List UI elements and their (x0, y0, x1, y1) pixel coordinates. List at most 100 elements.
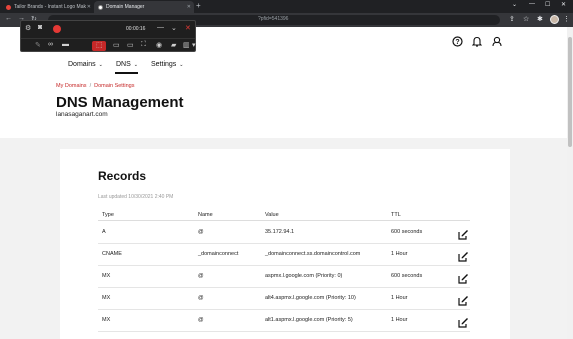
cell-name: @ (198, 229, 204, 235)
cell-type: CNAME (102, 251, 122, 257)
last-updated: Last updated 10/30/2021 2:40 PM (98, 194, 174, 200)
table-row: CNAME _domainconnect _domainconnect.ss.dom… (98, 244, 470, 266)
bell-icon[interactable] (471, 36, 483, 50)
screen-recorder-panel: ⚙ ◙ 00:00:16 — ⌄ ✕ ✎ ∞ ▬ ⬚ ▭ ▭ ⛶ ◉ ▰ ▥ ▾ (20, 20, 196, 52)
page-content: ? Domains ⌄ DNS ⌄ Settings ⌄ My Domains / Dom… (0, 27, 567, 339)
cell-ttl: 600 seconds (391, 273, 423, 279)
tab-label: Domain Manager (106, 4, 145, 10)
nav-active-indicator (115, 72, 138, 74)
cell-name: _domainconnect (198, 251, 239, 257)
cell-name: @ (198, 317, 204, 323)
close-recorder-icon[interactable]: ✕ (185, 24, 191, 32)
browser-tabbar: Tailor Brands - Instant Logo Mak ✕ Domai… (0, 0, 573, 13)
cell-value: aspmx.l.google.com (Priority: 0) (265, 273, 343, 279)
link-icon[interactable]: ∞ (48, 41, 53, 48)
page-title: DNS Management (56, 94, 184, 111)
cell-ttl: 1 Hour (391, 295, 408, 301)
edit-icon[interactable] (457, 295, 469, 307)
close-tab-icon[interactable]: ✕ (87, 4, 91, 10)
records-card: Records Last updated 10/30/2021 2:40 PM … (60, 149, 510, 339)
cell-name: @ (198, 273, 204, 279)
nav-settings[interactable]: Settings ⌄ (151, 61, 184, 68)
cell-type: MX (102, 295, 111, 301)
close-tab-icon[interactable]: ✕ (187, 4, 191, 10)
brush-icon[interactable]: ✎ (35, 41, 41, 49)
cell-value: _domainconnect.ss.domaincontrol.com (265, 251, 361, 257)
table-row: MX @ aspmx.l.google.com (Priority: 0) 600 s… (98, 266, 470, 288)
settings-icon[interactable]: ⚙ (25, 24, 31, 32)
cell-type: MX (102, 317, 111, 323)
column-type: Type (102, 212, 114, 218)
nav-dns[interactable]: DNS ⌄ (116, 61, 138, 68)
webcam-icon[interactable]: ▬ (62, 41, 69, 48)
recording-timer: 00:00:16 (126, 26, 146, 32)
help-icon[interactable]: ? (452, 36, 463, 50)
nav-label: DNS (116, 61, 131, 68)
cell-ttl: 1 Hour (391, 317, 408, 323)
cell-value: alt1.aspmx.l.google.com (Priority: 5) (265, 317, 353, 323)
menu-dots-icon[interactable]: ⋮ (563, 15, 570, 23)
user-icon[interactable] (492, 36, 502, 50)
page-scrollbar[interactable] (567, 27, 573, 339)
window-icon[interactable]: ▭ (113, 41, 120, 49)
table-row: MX@alt2.aspmx.l.google.com (Priority: 5)… (98, 332, 470, 339)
tab-search-icon[interactable]: ⌄ (512, 1, 517, 8)
recorder-top-row: ⚙ ◙ 00:00:16 — ⌄ ✕ (21, 21, 195, 37)
bookmark-star-icon[interactable]: ☆ (523, 15, 529, 23)
share-icon[interactable]: ⇪ (509, 15, 515, 23)
edit-icon[interactable] (457, 251, 469, 263)
camera-icon[interactable]: ◙ (38, 24, 42, 31)
column-name: Name (198, 212, 213, 218)
folder-icon[interactable]: ▰ (171, 41, 176, 49)
table-row: MX @ alt1.aspmx.l.google.com (Priority: 5)… (98, 310, 470, 332)
table-header: Type Name Value TTL (98, 209, 470, 221)
cell-type: MX (102, 273, 111, 279)
nav-label: Settings (151, 61, 177, 68)
nav-domains[interactable]: Domains ⌄ (68, 61, 103, 68)
cell-value: alt4.aspmx.l.google.com (Priority: 10) (265, 295, 356, 301)
cell-name: @ (198, 295, 204, 301)
column-value: Value (265, 212, 279, 218)
breadcrumb-domain-settings[interactable]: Domain Settings (94, 83, 134, 89)
tailor-brands-favicon-icon (6, 4, 11, 10)
tab-domain-manager[interactable]: Domain Manager ✕ (94, 1, 194, 13)
records-title: Records (98, 169, 147, 183)
back-icon[interactable]: ← (5, 15, 12, 22)
tab-label: Tailor Brands - Instant Logo Mak (14, 4, 86, 10)
godaddy-favicon-icon (98, 4, 103, 10)
edit-icon[interactable] (457, 317, 469, 329)
fullscreen-icon[interactable]: ⛶ (141, 41, 146, 49)
cell-type: A (102, 229, 106, 235)
cell-value: 35.172.94.1 (265, 229, 295, 235)
eye-icon[interactable]: ◉ (156, 41, 162, 49)
scrollbar-thumb[interactable] (568, 37, 572, 147)
breadcrumb-my-domains[interactable]: My Domains (56, 83, 87, 89)
chevron-down-icon: ⌄ (98, 61, 103, 68)
cell-ttl: 1 Hour (391, 251, 408, 257)
close-window-icon[interactable]: ✕ (561, 1, 566, 8)
chevron-down-icon: ⌄ (179, 61, 184, 68)
tab-tailor-brands[interactable]: Tailor Brands - Instant Logo Mak ✕ (2, 1, 94, 13)
microphone-icon[interactable]: ▾ (192, 41, 196, 49)
chevron-down-icon: ⌄ (133, 61, 138, 68)
minimize-recorder-icon[interactable]: — (157, 24, 164, 31)
monitor-icon[interactable]: ▭ (127, 41, 134, 49)
svg-text:?: ? (455, 39, 459, 46)
domain-name: lanasaganart.com (56, 111, 108, 118)
collapse-icon[interactable]: ⌄ (171, 24, 177, 32)
edit-icon[interactable] (457, 273, 469, 285)
minimize-icon[interactable]: — (529, 1, 535, 7)
record-icon[interactable] (53, 25, 61, 33)
nav-label: Domains (68, 61, 96, 68)
table-row: A @35.172.94.1 600 seconds (98, 222, 470, 244)
maximize-icon[interactable]: ☐ (545, 1, 550, 8)
new-tab-icon[interactable]: + (196, 1, 201, 10)
recorder-bottom-row: ✎ ∞ ▬ ⬚ ▭ ▭ ⛶ ◉ ▰ ▥ ▾ (21, 38, 196, 52)
extensions-icon[interactable]: ✱ (537, 15, 543, 23)
profile-avatar[interactable] (550, 15, 559, 24)
breadcrumb: My Domains / Domain Settings (56, 83, 135, 89)
edit-icon[interactable] (457, 229, 469, 241)
url-text: ?pfid=541396 (258, 16, 289, 22)
audio-icon[interactable]: ▥ (183, 41, 190, 49)
cell-ttl: 600 seconds (391, 229, 423, 235)
